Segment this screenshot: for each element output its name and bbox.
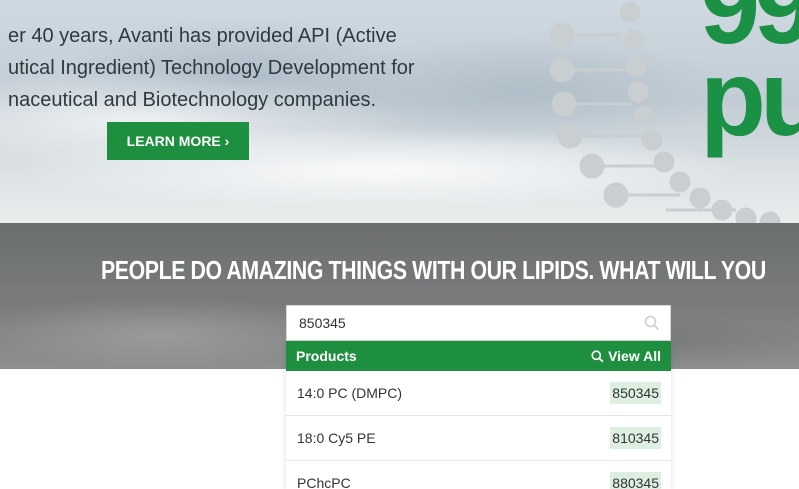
hero-description: er 40 years, Avanti has provided API (Ac… [8,20,468,116]
hero-banner: 99 pu er 40 years, Avanti has provided A… [0,0,799,223]
search-suggestions: Products View All 14:0 PC (DMPC) 850345 … [286,341,671,489]
view-all-label: View All [608,348,661,364]
search-tagline: PEOPLE DO AMAZING THINGS WITH OUR LIPIDS… [101,255,766,285]
products-heading: Products [296,348,357,364]
hero-line: er 40 years, Avanti has provided API (Ac… [8,25,397,47]
product-name: 14:0 PC (DMPC) [297,385,403,401]
catalog-number: 850345 [610,382,661,404]
suggestions-header: Products View All [286,341,671,371]
search-icon [591,349,604,362]
product-search-box[interactable] [286,305,671,341]
learn-more-button[interactable]: LEARN MORE › [107,122,249,160]
hero-line: utical Ingredient) Technology Developmen… [8,57,415,79]
view-all-link[interactable]: View All [591,348,661,364]
suggestion-row[interactable]: 14:0 PC (DMPC) 850345 [286,371,671,416]
product-name: PChcPC [297,475,351,489]
suggestion-row[interactable]: 18:0 Cy5 PE 810345 [286,416,671,461]
hero-big-heading-line: pu [700,37,799,158]
catalog-number: 810345 [610,427,661,449]
product-name: 18:0 Cy5 PE [297,430,376,446]
hero-line: naceutical and Biotechnology companies. [8,89,377,111]
hero-big-heading: 99 pu [700,0,799,158]
catalog-number: 880345 [610,472,661,489]
search-input[interactable] [287,308,631,338]
search-icon[interactable] [644,315,660,331]
suggestion-row[interactable]: PChcPC 880345 [286,461,671,489]
